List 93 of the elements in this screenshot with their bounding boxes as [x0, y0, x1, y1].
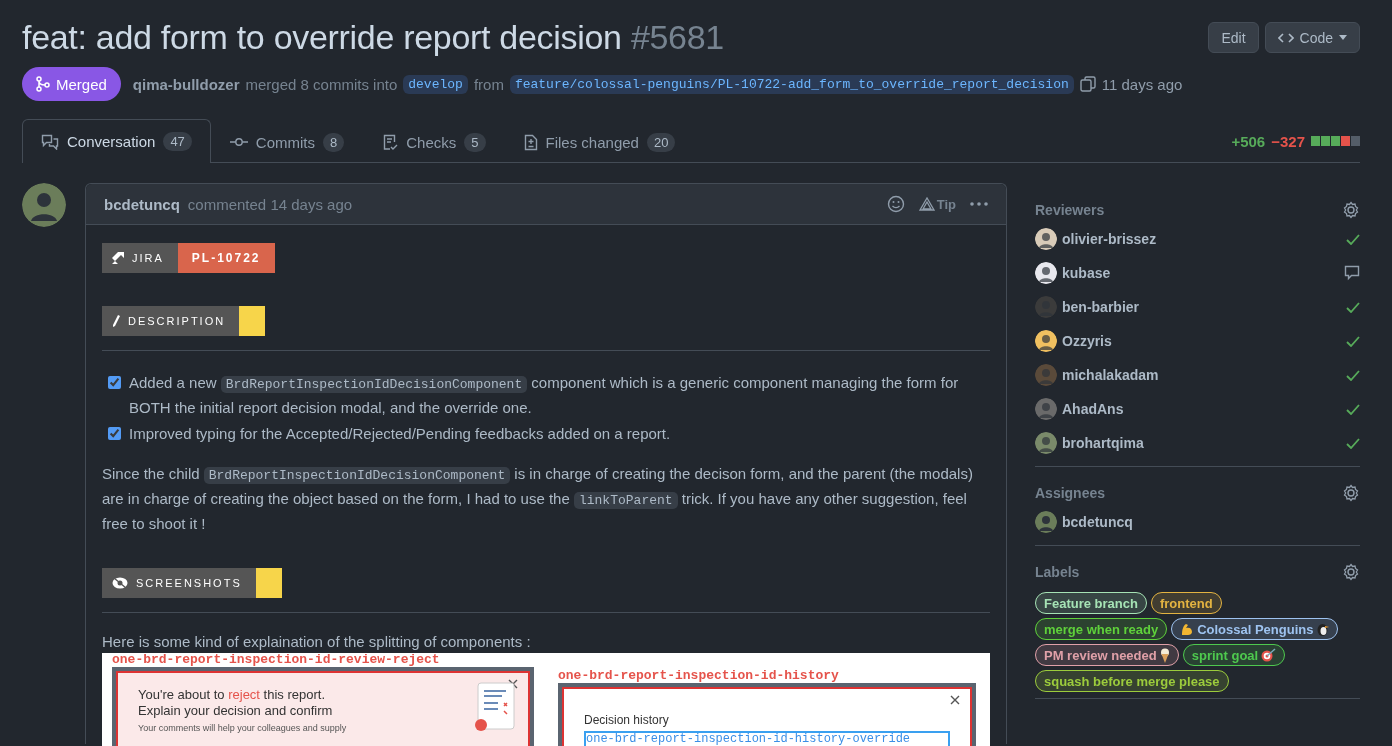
checklist-icon — [382, 133, 399, 151]
check-icon — [1346, 301, 1360, 313]
badge-accent — [255, 568, 282, 598]
section-title: Labels — [1035, 564, 1080, 580]
modal-subtitle: Explain your decision and confirm — [138, 703, 334, 719]
target-icon — [1261, 648, 1277, 662]
section-badge: DESCRIPTION — [102, 306, 240, 336]
tab-counter: 47 — [163, 132, 192, 151]
penguin-icon — [1316, 622, 1330, 636]
flexed-arm-icon — [1180, 622, 1195, 636]
component-tag: one-brd-report-inspection-id-review-reject — [112, 653, 534, 667]
code-icon — [1277, 31, 1294, 44]
copy-icon[interactable] — [1079, 76, 1096, 92]
section-title: Assignees — [1035, 485, 1106, 501]
reviewer-name[interactable]: brohartqima — [1062, 435, 1144, 451]
reviewer-name[interactable]: michalakadam — [1062, 367, 1159, 383]
reviewer-name[interactable]: olivier-brissez — [1062, 231, 1157, 247]
section-badge: SCREENSHOTS — [102, 568, 256, 598]
tab-counter: 20 — [646, 132, 676, 152]
tip-button[interactable]: Tip — [912, 196, 962, 212]
assignee-name[interactable]: bcdetuncq — [1062, 514, 1133, 530]
caret-icon — [1339, 35, 1347, 40]
tab[interactable]: Checks 5 — [363, 120, 505, 163]
check-icon — [1346, 437, 1360, 449]
close-icon — [950, 695, 960, 705]
reviewer-name[interactable]: AhadAns — [1062, 401, 1124, 417]
commit-icon — [229, 137, 248, 147]
avatar[interactable] — [1035, 330, 1057, 352]
settings-icon[interactable] — [1342, 201, 1360, 219]
removed-lines-count: −327 — [1271, 132, 1305, 150]
added-lines-count: +506 — [1231, 132, 1266, 150]
check-icon — [1346, 403, 1360, 415]
comment-icon — [1344, 265, 1360, 281]
label-tag[interactable]: PM review needed — [1035, 644, 1179, 666]
ice-cream-icon — [1159, 647, 1170, 663]
branch-tag[interactable]: develop — [403, 74, 468, 94]
reviewer-name[interactable]: ben-barbier — [1062, 299, 1139, 315]
check-icon — [1346, 369, 1360, 381]
author-link[interactable]: bcdetuncq — [104, 195, 180, 213]
check-icon — [1346, 233, 1360, 245]
merge-summary: merged 8 commits into — [245, 75, 398, 93]
avatar[interactable] — [1035, 228, 1057, 250]
label-tag[interactable]: Feature branch — [1035, 592, 1147, 614]
settings-icon[interactable] — [1342, 484, 1360, 502]
task-text: Improved typing for the Accepted/Rejected/Pending feedbacks added on a report. — [129, 424, 671, 444]
task-text: Added a new BrdReportInspectionIdDecisionComponent component which is a generic component managing the form for BOTH the initial report decision modal, and the override one. — [129, 373, 960, 418]
tab[interactable]: Commits 8 — [210, 120, 364, 163]
check-icon — [1346, 335, 1360, 347]
merge-summary: from — [473, 75, 504, 93]
branch-tag[interactable]: feature/colossal-penguins/PL-10722-add_form_to_override_report_decision — [509, 74, 1074, 94]
badge-accent — [239, 306, 266, 336]
smiley-icon[interactable] — [886, 195, 905, 213]
comment-paragraph: Here is some kind of explaination of the splitting of components : — [102, 632, 532, 652]
comment-meta: commented 14 days ago — [187, 195, 353, 213]
code-button[interactable]: Code — [1264, 22, 1360, 53]
more-icon[interactable] — [970, 202, 988, 206]
tab-counter: 5 — [464, 132, 486, 152]
speech-bubbles-icon — [41, 133, 59, 150]
merge-icon — [36, 76, 50, 92]
merge-time: 11 days ago — [1101, 75, 1183, 93]
edit-button[interactable]: Edit — [1208, 22, 1259, 53]
document-illustration — [472, 681, 518, 733]
label-tag[interactable]: squash before merge please — [1035, 670, 1229, 692]
label-tag[interactable]: Colossal Penguins — [1171, 618, 1339, 640]
reviewer-name[interactable]: kubase — [1062, 265, 1111, 281]
component-tag: one-brd-report-inspection-id-history-override — [584, 731, 950, 746]
pencil-icon — [112, 315, 120, 327]
pr-title: feat: add form to override report decision #5681 — [22, 17, 725, 58]
label-tag[interactable]: frontend — [1150, 592, 1222, 614]
modal-note: Your comments will help your colleagues and supply — [138, 723, 348, 733]
component-tag: one-brd-report-inspection-id-history — [558, 669, 976, 683]
avatar[interactable] — [1035, 262, 1057, 284]
settings-icon[interactable] — [1342, 563, 1360, 581]
tab[interactable]: Conversation 47 — [22, 119, 211, 163]
reviewer-name[interactable]: Ozzyris — [1062, 333, 1112, 349]
label-tag[interactable]: sprint goal — [1182, 644, 1286, 666]
task-checkbox[interactable] — [108, 376, 121, 389]
merged-status-badge: Merged — [22, 67, 121, 101]
jira-issue-link[interactable]: PL-10722 — [177, 243, 275, 273]
section-title: Reviewers — [1035, 202, 1105, 218]
file-diff-icon — [523, 133, 538, 151]
comment-paragraph: Since the child BrdReportInspectionIdDecisionComponent is in charge of creating the decison form, and the parent (the modals) are in charge of creating the object based on the form, I had to use the linkToParent trick. If you have any other suggestion, feel free to shoot it ! — [102, 464, 974, 534]
jira-icon — [112, 252, 124, 264]
tab[interactable]: Files changed 20 — [504, 120, 695, 163]
jira-badge-label: JIRA — [102, 243, 178, 273]
tab-counter: 8 — [323, 132, 345, 152]
modal-title: Decision history — [584, 713, 670, 727]
task-checkbox[interactable] — [108, 427, 121, 440]
label-tag[interactable]: merge when ready — [1035, 618, 1168, 640]
modal-title: You're about to reject this report. — [138, 687, 326, 703]
author-link[interactable]: qima-bulldozer — [132, 75, 240, 93]
eye-icon — [112, 577, 128, 589]
triangle-icon — [918, 197, 935, 211]
